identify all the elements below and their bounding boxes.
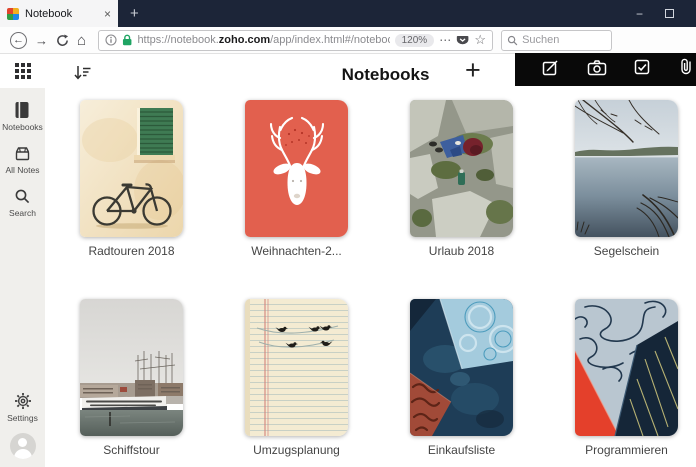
notebook-icon: [14, 101, 30, 119]
notebook-card[interactable]: Weihnachten-2...: [245, 100, 348, 258]
window-minimize-button[interactable]: −: [636, 7, 643, 21]
sidebar-item-all-notes[interactable]: All Notes: [5, 145, 39, 175]
sidebar-item-label: Notebooks: [2, 122, 43, 132]
notebook-cover-harbor: [80, 299, 183, 436]
notebook-card[interactable]: Schiffstour: [80, 299, 183, 457]
tab-close-icon[interactable]: ×: [104, 7, 111, 21]
new-checklist-note-button[interactable]: [633, 58, 651, 81]
zoho-notebook-app: Notebooks All Notes Search: [0, 54, 696, 467]
search-input[interactable]: [522, 34, 600, 46]
quick-create-toolbar: [515, 53, 696, 86]
zoho-notebook-favicon: [7, 8, 19, 20]
notebook-grid: Radtouren 2018: [80, 100, 678, 457]
apps-grid-button[interactable]: [0, 54, 45, 88]
home-button[interactable]: ⌂: [73, 33, 90, 48]
notebook-card[interactable]: Urlaub 2018: [410, 100, 513, 258]
notebook-label: Umzugsplanung: [245, 443, 348, 457]
notebook-label: Weihnachten-2...: [245, 244, 348, 258]
url-text: https://notebook.zoho.com/app/index.html…: [137, 34, 389, 46]
new-text-note-button[interactable]: [541, 58, 560, 82]
notebook-cover-lake: [575, 100, 678, 237]
notebook-label: Radtouren 2018: [80, 244, 183, 258]
back-icon: ←: [10, 32, 27, 49]
site-info-icon[interactable]: [105, 34, 117, 46]
sidebar: Notebooks All Notes Search: [0, 54, 45, 467]
notebook-label: Einkaufsliste: [410, 443, 513, 457]
user-avatar[interactable]: [10, 433, 36, 459]
sidebar-item-label: Settings: [7, 413, 38, 423]
notebook-cover-birds-paper: [245, 299, 348, 436]
add-notebook-button[interactable]: +: [465, 55, 481, 86]
new-file-note-button[interactable]: [678, 57, 694, 82]
all-notes-icon: [14, 145, 31, 162]
browser-nav-bar: ← → ⌂ https://notebook.zoho.com/app/inde…: [0, 27, 696, 54]
browser-tab-bar: Notebook × + −: [0, 0, 696, 27]
notebook-card[interactable]: Umzugsplanung: [245, 299, 348, 457]
page-zoom-badge[interactable]: 120%: [395, 34, 435, 47]
app-header: Notebooks +: [45, 54, 696, 100]
page-actions-icon[interactable]: ⋯: [439, 33, 451, 47]
notebook-cover-deer: [245, 100, 348, 237]
new-tab-button[interactable]: +: [118, 0, 151, 27]
bookmark-star-icon[interactable]: ☆: [474, 32, 486, 48]
tab-title: Notebook: [25, 8, 72, 20]
notebook-cover-fabric-squiggles: [575, 299, 678, 436]
paperclip-icon: [678, 57, 694, 77]
notebook-label: Schiffstour: [80, 443, 183, 457]
gear-icon: [14, 392, 32, 410]
search-icon: [14, 188, 31, 205]
reload-button[interactable]: [52, 34, 73, 47]
notebook-card[interactable]: Segelschein: [575, 100, 678, 258]
search-icon: [507, 35, 518, 46]
browser-tab[interactable]: Notebook ×: [0, 0, 118, 27]
sidebar-item-settings[interactable]: Settings: [7, 392, 38, 423]
camera-icon: [587, 59, 607, 76]
notebook-card[interactable]: Einkaufsliste: [410, 299, 513, 457]
sidebar-item-notebooks[interactable]: Notebooks: [2, 101, 43, 132]
notebook-label: Urlaub 2018: [410, 244, 513, 258]
back-button[interactable]: ←: [6, 32, 31, 49]
sidebar-item-label: Search: [9, 208, 36, 218]
new-photo-note-button[interactable]: [587, 59, 607, 81]
window-restore-button[interactable]: [665, 9, 674, 18]
notebook-cover-fabric-blue: [410, 299, 513, 436]
sidebar-item-label: All Notes: [5, 165, 39, 175]
notebook-card[interactable]: Programmieren: [575, 299, 678, 457]
window-controls: −: [636, 0, 696, 27]
https-lock-icon: [122, 34, 132, 46]
url-bar[interactable]: https://notebook.zoho.com/app/index.html…: [98, 30, 493, 51]
notebook-label: Programmieren: [575, 443, 678, 457]
browser-search-box[interactable]: [501, 30, 612, 51]
reload-icon: [56, 34, 69, 47]
compose-icon: [541, 58, 560, 77]
notebook-card[interactable]: Radtouren 2018: [80, 100, 183, 258]
apps-grid-icon: [15, 63, 31, 79]
sidebar-item-search[interactable]: Search: [9, 188, 36, 218]
notebook-label: Segelschein: [575, 244, 678, 258]
checkbox-icon: [633, 58, 651, 76]
main-content: Notebooks +: [45, 54, 696, 467]
notebook-cover-picnic: [410, 100, 513, 237]
pocket-icon[interactable]: [456, 34, 469, 47]
forward-button[interactable]: →: [31, 34, 52, 47]
notebook-cover-bicycle: [80, 100, 183, 237]
